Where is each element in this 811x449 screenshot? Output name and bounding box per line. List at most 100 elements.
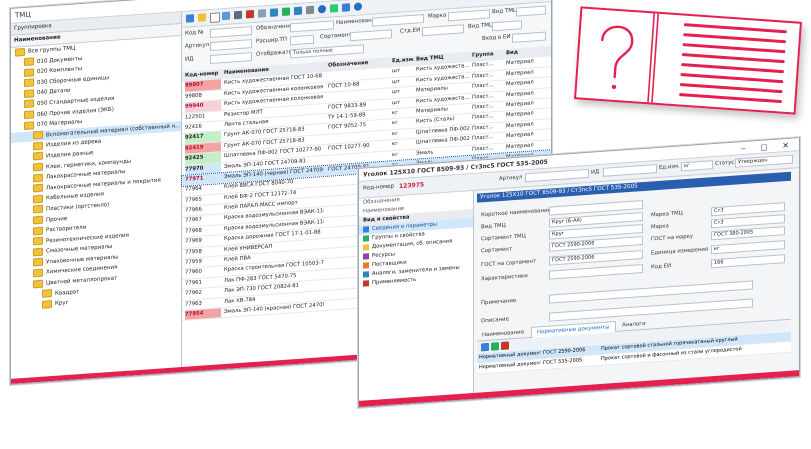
field-label: Вид ТМЦ	[481, 222, 506, 231]
filter-label-id: ИД	[185, 56, 194, 63]
grid-cell-unit: кг	[392, 130, 398, 138]
kind2-filter-input[interactable]	[492, 20, 522, 32]
filter-label-std-unit: Стд.ЕИ	[400, 27, 421, 35]
tree-item-label: 020 Комплекты	[37, 66, 83, 76]
folder-icon	[33, 162, 43, 172]
tree-view-icon[interactable]	[282, 7, 290, 16]
article-label: Артикул	[499, 174, 523, 183]
status-input[interactable]: Утвержден	[735, 154, 793, 168]
grade-filter-input[interactable]	[448, 9, 490, 22]
filter-label-code: Код №	[185, 29, 204, 37]
link-doc-icon[interactable]	[491, 342, 499, 351]
folder-icon	[33, 205, 43, 214]
open-folder-icon[interactable]	[198, 13, 206, 22]
group-tree-panel: Группировка Наименование Все группы ТМЦ 0…	[11, 11, 182, 379]
field-label: Примечание	[481, 297, 517, 307]
refresh-icon[interactable]	[186, 14, 194, 23]
folder-icon	[24, 110, 34, 120]
folder-icon	[24, 68, 34, 77]
item-card-window: Уголок 125Х10 ГОСТ 8509-93 / Ст3пс5 ГОСТ…	[358, 137, 800, 408]
nav-item-icon	[363, 261, 369, 269]
grid-cell-unit: кг	[392, 140, 398, 148]
nav-item-icon	[363, 279, 369, 287]
window-title: ТМЦ	[15, 10, 31, 20]
right-field-label: Единица измерения	[651, 246, 709, 257]
grid-cell-unit: шт	[392, 99, 400, 106]
nav-list: Сведения и параметры Группы и свойства Док…	[359, 217, 473, 289]
nav-item-icon	[363, 225, 369, 233]
tree-list: Все группы ТМЦ 010 Документы 020 Комплекты…	[11, 36, 181, 313]
folder-icon	[33, 215, 43, 225]
kind-filter-input[interactable]	[516, 5, 546, 17]
grid-cell-unit: кг	[392, 120, 398, 127]
print-icon[interactable]	[270, 8, 278, 17]
code-label: Код-номер	[363, 183, 395, 192]
filter-label-entry-unit: Вход в ЕИ	[482, 33, 511, 42]
settings-icon[interactable]	[306, 5, 314, 15]
std-unit-filter-input[interactable]	[422, 24, 464, 37]
tab-analogs[interactable]: Аналоги	[617, 319, 651, 331]
right-field-label: Марка ТМЦ	[651, 210, 683, 219]
right-field-input[interactable]: 166	[711, 254, 785, 269]
field-label: Короткое наименование	[481, 207, 551, 219]
tree-item-label: Все группы ТМЦ	[28, 45, 76, 55]
tree-item-label: 070 Материалы	[37, 119, 83, 129]
add-doc-icon[interactable]	[481, 342, 489, 352]
designation-filter-input[interactable]	[290, 20, 334, 33]
tree-item-label: Изделия разные	[46, 150, 94, 160]
right-field-input[interactable]: ГОСТ 380-2005	[711, 226, 785, 241]
nav-item-label: Поставщики	[372, 259, 407, 269]
col-header-unit[interactable]: Ед.изм.	[392, 56, 414, 67]
save-icon[interactable]	[258, 9, 266, 18]
filter-label-assortment: Сортамент	[320, 32, 352, 41]
help-icon[interactable]	[354, 2, 362, 11]
unit-input[interactable]: кг	[681, 160, 713, 172]
show-filter-select[interactable]: Только полные	[290, 44, 364, 59]
nav-item-label: Применяемость	[372, 276, 417, 287]
name-filter-input[interactable]	[372, 14, 424, 27]
article-filter-input[interactable]	[210, 39, 252, 52]
id-input[interactable]	[603, 164, 657, 177]
ext-filter-input[interactable]	[290, 34, 314, 46]
folder-icon	[33, 258, 43, 267]
right-field-label: Марка	[651, 223, 669, 231]
folder-icon	[33, 141, 43, 151]
right-field-label: Код ЕИ	[651, 263, 672, 271]
export-icon[interactable]	[342, 3, 350, 12]
id-filter-input[interactable]	[210, 52, 252, 65]
folder-icon	[24, 78, 34, 88]
info-icon[interactable]	[318, 4, 326, 14]
right-field-input[interactable]: кг	[711, 240, 785, 255]
filter-label-designation: Обозначение	[256, 23, 295, 32]
filter-label-kind: Вид ТМЦ	[492, 7, 518, 16]
folder-icon	[33, 152, 43, 161]
filter-label-article: Артикул	[185, 42, 210, 50]
folder-icon	[33, 194, 43, 204]
field-input[interactable]: ГОСТ 2590-2006	[549, 250, 643, 266]
grid-cell-code: 77954	[185, 308, 221, 321]
folder-icon	[33, 268, 43, 278]
delete-icon[interactable]	[234, 10, 242, 20]
copy-icon[interactable]	[222, 11, 230, 21]
close-icon[interactable]	[246, 9, 254, 19]
new-document-icon[interactable]	[210, 12, 220, 24]
filter-label-grade: Марка	[428, 12, 447, 20]
filter-label-show: Отображать	[256, 49, 292, 58]
grid-cell-unit: шт	[392, 88, 400, 96]
code-filter-input[interactable]	[210, 26, 252, 39]
question-document-drawing	[601, 13, 787, 104]
article-input[interactable]	[525, 168, 589, 183]
folder-icon	[33, 226, 43, 235]
tree-item-label: 010 Документы	[37, 55, 83, 65]
sort-icon[interactable]	[294, 6, 302, 16]
folder-icon	[42, 299, 52, 309]
remove-doc-icon[interactable]	[501, 341, 509, 351]
nav-item-icon	[363, 270, 369, 278]
field-input[interactable]	[549, 264, 643, 280]
right-field-label: ГОСТ на марку	[651, 233, 694, 243]
folder-icon	[33, 173, 43, 183]
assortment-filter-input[interactable]	[350, 29, 392, 42]
field-label: Характеристики	[481, 273, 528, 283]
filter-icon[interactable]	[330, 4, 338, 13]
entry-unit-filter-input[interactable]	[512, 31, 546, 43]
